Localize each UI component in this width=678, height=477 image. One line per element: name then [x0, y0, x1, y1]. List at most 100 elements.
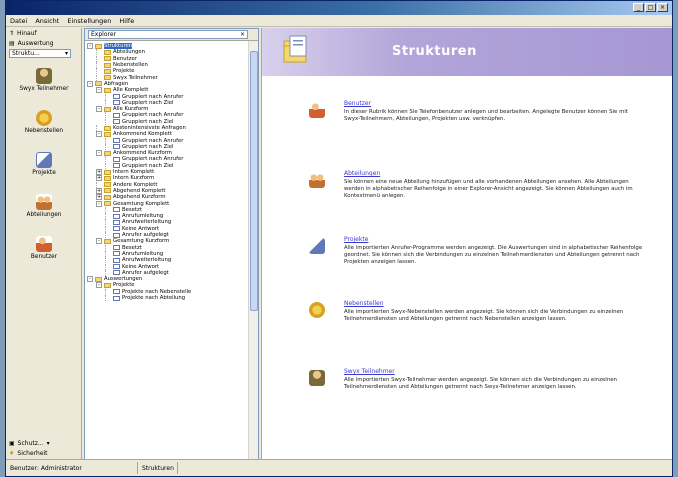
tree-line-icon — [105, 269, 111, 276]
tree-node-label: Projekte nach Nebenstelle — [122, 288, 192, 295]
collapse-icon[interactable]: - — [96, 131, 102, 138]
gear-cluster-icon — [36, 110, 52, 126]
protect-button[interactable]: ▣ Schutz... ▾ — [6, 438, 82, 448]
tree-line-icon — [105, 250, 111, 257]
section-link[interactable]: Projekte — [344, 236, 368, 243]
close-icon[interactable]: × — [240, 31, 245, 38]
collapse-icon[interactable]: - — [87, 276, 93, 283]
menu-einstellungen[interactable]: Einstellungen — [67, 17, 111, 25]
nav-benutzer[interactable]: Benutzer — [6, 227, 82, 269]
nav-swyx-teilnehmer[interactable]: Swyx Teilnehmer — [6, 59, 82, 101]
tree-node-label: Gruppiert nach Ziel — [122, 162, 174, 169]
section-link[interactable]: Benutzer — [344, 100, 371, 107]
query-icon — [113, 119, 120, 125]
query-icon — [113, 138, 120, 144]
tree-node-label: Besetzt — [122, 244, 142, 251]
collapse-icon[interactable]: - — [96, 150, 102, 157]
menu-datei[interactable]: Datei — [10, 17, 27, 25]
collapse-icon[interactable]: - — [96, 200, 102, 207]
tree-node[interactable]: Projekte nach Abteilung — [85, 295, 249, 302]
structure-dropdown[interactable]: Struktu... ▾ — [9, 49, 71, 58]
window-controls: _ □ × — [633, 3, 668, 12]
document-icon[interactable] — [309, 238, 325, 254]
tree-node-label: Anrufumleitung — [122, 213, 164, 220]
tree-line-icon — [105, 137, 111, 144]
application-window: _ □ × Datei Ansicht Einstellungen Hilfe … — [5, 0, 673, 477]
tree-view[interactable]: - Strukturen Abteilungen Benutzer Nebenstell… — [85, 41, 249, 459]
explorer-tree-panel: Explorer × - Strukturen Abteilungen Benutze… — [84, 28, 259, 460]
section-description: Alle importierten Anrufer-Programme werd… — [344, 245, 643, 265]
tree-node-label: Abgehend Kurzform — [113, 194, 166, 201]
person-icon[interactable] — [309, 370, 325, 386]
nav-abteilungen[interactable]: Abteilungen — [6, 185, 82, 227]
tree-node-label: Gruppiert nach Anrufer — [122, 137, 184, 144]
shield-icon: ▣ — [9, 439, 15, 447]
section-description: Alle importierten Swyx-Nebenstellen werd… — [344, 309, 624, 322]
query-icon — [113, 257, 120, 263]
expand-icon[interactable]: + — [96, 187, 102, 194]
gear-cluster-icon[interactable] — [309, 302, 325, 318]
expand-icon[interactable]: + — [96, 175, 102, 182]
collapse-icon[interactable]: - — [96, 238, 102, 245]
section-link[interactable]: Nebenstellen — [344, 300, 383, 307]
folder-icon — [104, 182, 111, 188]
group-icon[interactable] — [309, 172, 325, 188]
query-icon — [113, 264, 120, 270]
tree-line-icon — [105, 93, 111, 100]
scrollbar-thumb[interactable] — [250, 51, 258, 311]
section-nebenstellen: Nebenstellen Alle importierten Swyx-Neben… — [309, 300, 652, 360]
maximize-button[interactable]: □ — [645, 3, 656, 12]
navigation-sidebar: ⇑ Hinauf ▤ Auswertung Struktu... ▾ Swyx … — [6, 28, 82, 460]
evaluation-button[interactable]: ▤ Auswertung — [6, 38, 81, 48]
tree-node-label: Intern Komplett — [113, 169, 155, 176]
tree-line-icon — [105, 219, 111, 226]
up-button[interactable]: ⇑ Hinauf — [6, 28, 81, 38]
collapse-icon[interactable]: - — [87, 80, 93, 87]
tree-line-icon — [105, 162, 111, 169]
folder-icon — [104, 75, 111, 81]
folder-icon — [104, 49, 111, 55]
folder-icon — [104, 175, 111, 181]
section-link[interactable]: Abteilungen — [344, 170, 380, 177]
nav-projekte[interactable]: Projekte — [6, 143, 82, 185]
menu-ansicht[interactable]: Ansicht — [35, 17, 59, 25]
tree-line-icon — [96, 62, 102, 69]
tree-line-icon — [105, 225, 111, 232]
users-icon[interactable] — [309, 102, 325, 118]
tree-node-label: Alle Kurzform — [113, 106, 149, 113]
folder-icon — [104, 106, 111, 112]
close-button[interactable]: × — [657, 3, 668, 12]
expand-icon[interactable]: + — [96, 169, 102, 176]
expand-icon[interactable]: + — [96, 194, 102, 201]
tree-line-icon — [105, 213, 111, 220]
folder-icon — [104, 68, 111, 74]
query-icon — [113, 270, 120, 276]
tree-node-label: Gruppiert nach Anrufer — [122, 112, 184, 119]
folder-icon — [104, 194, 111, 200]
minimize-button[interactable]: _ — [633, 3, 644, 12]
folder-icon — [104, 282, 111, 288]
tree-scrollbar[interactable] — [248, 41, 258, 459]
section-benutzer: Benutzer In dieser Rubrik können Sie Tele… — [309, 100, 652, 160]
tree-node-label: Keine Antwort — [122, 225, 160, 232]
nav-nebenstellen[interactable]: Nebenstellen — [6, 101, 82, 143]
collapse-icon[interactable]: - — [96, 87, 102, 94]
folder-icon — [104, 238, 111, 244]
query-icon — [113, 289, 120, 295]
tree-node-label: Alle Komplett — [113, 87, 149, 94]
collapse-icon[interactable]: - — [96, 106, 102, 113]
explorer-combo[interactable]: Explorer × — [88, 30, 248, 39]
tree-line-icon — [105, 263, 111, 270]
section-link[interactable]: Swyx Teilnehmer — [344, 368, 395, 375]
person-icon — [36, 68, 52, 84]
tree-node-label: Projekte nach Abteilung — [122, 295, 186, 302]
security-button[interactable]: ♦ Sicherheit — [6, 448, 82, 458]
tree-line-icon — [105, 112, 111, 119]
section-description: Sie können eine neue Abteilung hinzufüge… — [344, 179, 633, 199]
menu-hilfe[interactable]: Hilfe — [119, 17, 134, 25]
collapse-icon[interactable]: - — [87, 43, 93, 50]
collapse-icon[interactable]: - — [96, 282, 102, 289]
query-icon — [113, 232, 120, 238]
tree-line-icon — [105, 156, 111, 163]
tree-line-icon — [105, 288, 111, 295]
